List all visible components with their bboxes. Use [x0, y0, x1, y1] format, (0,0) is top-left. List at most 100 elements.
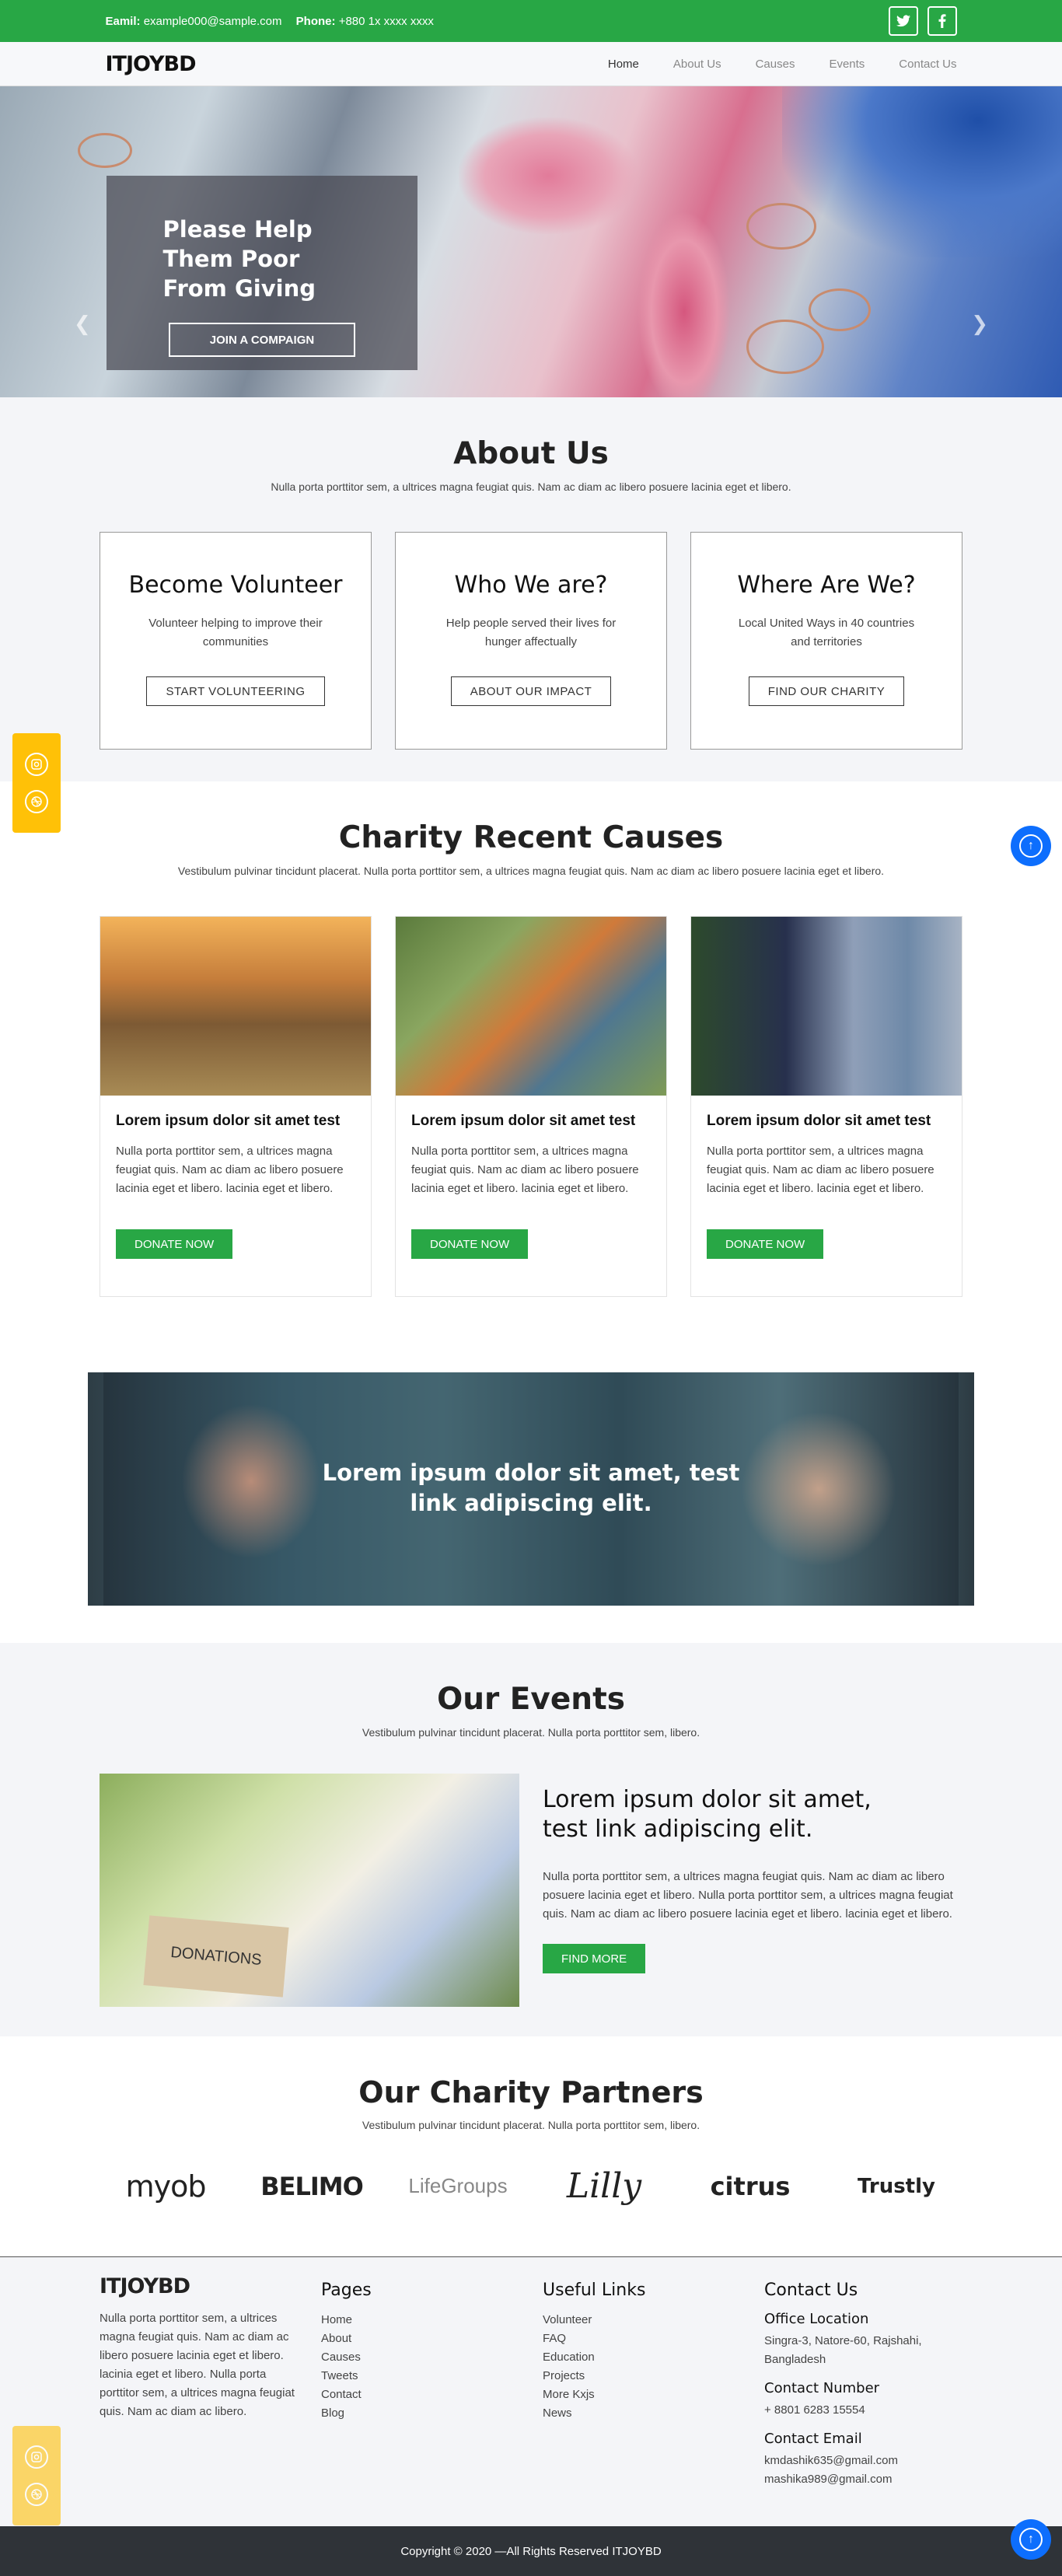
footer: ITJOYBD Nulla porta porttitor sem, a ult…: [0, 2257, 1062, 2526]
arrow-up-icon: ↑: [1019, 834, 1043, 858]
copyright-text: Copyright © 2020 —All Rights Reserved IT…: [400, 2544, 662, 2558]
banner-section: Lorem ipsum dolor sit amet, test link ad…: [0, 1341, 1062, 1643]
partner-logo-citrus[interactable]: citrus: [684, 2172, 816, 2201]
about-card-text: Local United Ways in 40 countries and te…: [738, 617, 915, 648]
cause-image: [100, 917, 371, 1096]
nav-item-contact-us[interactable]: Contact Us: [899, 58, 956, 71]
instagram-icon[interactable]: [25, 753, 48, 776]
find-more-button[interactable]: FIND MORE: [543, 1944, 646, 1973]
footer-link-faq[interactable]: FAQ: [543, 2330, 741, 2348]
cause-card-text: Nulla porta porttitor sem, a ultrices ma…: [411, 1145, 639, 1195]
cause-card: Lorem ipsum dolor sit amet test Nulla po…: [395, 916, 667, 1297]
nav-item-about-us[interactable]: About Us: [673, 58, 721, 71]
twitter-icon[interactable]: [888, 6, 918, 36]
partner-logo-lifegroups[interactable]: LifeGroups: [392, 2174, 524, 2198]
contact-number[interactable]: + 8801 6283 15554: [764, 2401, 962, 2420]
nav-item-home[interactable]: Home: [608, 58, 639, 71]
cause-card: Lorem ipsum dolor sit amet test Nulla po…: [100, 916, 372, 1297]
cause-card-text: Nulla porta porttitor sem, a ultrices ma…: [116, 1145, 344, 1195]
donate-now-button[interactable]: DONATE NOW: [411, 1229, 529, 1259]
hero-image-decor: [78, 133, 132, 168]
top-contact: Eamil: example000@sample.com Phone: +880…: [106, 15, 445, 28]
footer-useful-links: Useful Links Volunteer FAQ Education Pro…: [543, 2274, 741, 2489]
scroll-top-button[interactable]: ↑: [1011, 2519, 1051, 2560]
donate-now-button[interactable]: DONATE NOW: [116, 1229, 233, 1259]
email-value[interactable]: example000@sample.com: [144, 15, 282, 28]
email-label: Eamil:: [105, 14, 141, 28]
cause-card-title: Lorem ipsum dolor sit amet test: [707, 1113, 931, 1129]
copyright-bar: Copyright © 2020 —All Rights Reserved IT…: [0, 2526, 1062, 2576]
partner-logo-belimo[interactable]: BELIMO: [246, 2172, 378, 2201]
banner-image-decor: [741, 1411, 896, 1567]
event-image: DONATIONS: [100, 1774, 519, 2007]
footer-about: ITJOYBD Nulla porta porttitor sem, a ult…: [100, 2274, 298, 2489]
contact-email[interactable]: mashika989@gmail.com: [764, 2470, 962, 2489]
donate-now-button[interactable]: DONATE NOW: [707, 1229, 824, 1259]
partner-logo-myob[interactable]: myob: [100, 2169, 232, 2204]
about-card: Become Volunteer Volunteer helping to im…: [100, 532, 372, 750]
about-our-impact-button[interactable]: ABOUT OUR IMPACT: [450, 676, 612, 706]
partner-logo-trustly[interactable]: Trustly: [830, 2175, 962, 2198]
footer-link-volunteer[interactable]: Volunteer: [543, 2311, 741, 2330]
hero-image-decor: [782, 86, 1062, 257]
navbar: ITJOYBD Home About Us Causes Events Cont…: [0, 42, 1062, 86]
about-card: Who We are? Help people served their liv…: [395, 532, 667, 750]
find-our-charity-button[interactable]: FIND OUR CHARITY: [748, 676, 905, 706]
footer-link-about[interactable]: About: [321, 2330, 519, 2348]
footer-pages-title: Pages: [321, 2281, 372, 2300]
cause-card-title: Lorem ipsum dolor sit amet test: [411, 1113, 636, 1129]
partner-logo-lilly[interactable]: Lilly: [538, 2166, 670, 2206]
footer-link-home[interactable]: Home: [321, 2311, 519, 2330]
facebook-icon[interactable]: [927, 6, 957, 36]
top-bar: Eamil: example000@sample.com Phone: +880…: [0, 0, 1062, 42]
banner-text: Lorem ipsum dolor sit amet, test link ad…: [322, 1459, 740, 1516]
chevron-right-icon[interactable]: ❯: [971, 312, 988, 336]
dribbble-icon[interactable]: [25, 790, 48, 813]
events-section: Our Events Vestibulum pulvinar tincidunt…: [0, 1643, 1062, 2036]
footer-contact-title: Contact Us: [764, 2281, 858, 2300]
hero-image-decor: [459, 117, 638, 234]
nav-item-causes[interactable]: Causes: [756, 58, 795, 71]
cause-card-title: Lorem ipsum dolor sit amet test: [116, 1113, 341, 1129]
about-title: About Us: [453, 436, 609, 471]
cause-card-text: Nulla porta porttitor sem, a ultrices ma…: [707, 1145, 934, 1195]
scroll-top-button[interactable]: ↑: [1011, 826, 1051, 866]
office-location-title: Office Location: [764, 2311, 869, 2327]
event-text: Nulla porta porttitor sem, a ultrices ma…: [543, 1870, 953, 1921]
side-social-bar: [12, 2426, 61, 2525]
footer-logo[interactable]: ITJOYBD: [100, 2274, 298, 2298]
cause-image: [396, 917, 666, 1096]
events-title: Our Events: [437, 1682, 625, 1717]
causes-section: Charity Recent Causes Vestibulum pulvina…: [0, 781, 1062, 1341]
join-campaign-button[interactable]: JOIN A COMPAIGN: [169, 323, 355, 357]
footer-link-tweets[interactable]: Tweets: [321, 2367, 519, 2386]
footer-link-education[interactable]: Education: [543, 2348, 741, 2367]
event-heading: Lorem ipsum dolor sit amet, test link ad…: [543, 1786, 872, 1843]
footer-link-news[interactable]: News: [543, 2404, 741, 2423]
site-logo[interactable]: ITJOYBD: [106, 52, 197, 76]
instagram-icon[interactable]: [25, 2445, 48, 2469]
footer-link-blog[interactable]: Blog: [321, 2404, 519, 2423]
dribbble-icon[interactable]: [25, 2483, 48, 2506]
cause-image: [691, 917, 962, 1096]
contact-email[interactable]: kmdashik635@gmail.com: [764, 2452, 962, 2470]
footer-link-contact[interactable]: Contact: [321, 2386, 519, 2404]
phone-value[interactable]: +880 1x xxxx xxxx: [339, 15, 434, 28]
footer-link-causes[interactable]: Causes: [321, 2348, 519, 2367]
about-subtitle: Nulla porta porttitor sem, a ultrices ma…: [271, 481, 791, 493]
causes-title: Charity Recent Causes: [338, 820, 724, 855]
hero-caption: Please Help Them Poor From Giving JOIN A…: [107, 176, 417, 370]
footer-link-more[interactable]: More Kxjs: [543, 2386, 741, 2404]
partners-section: Our Charity Partners Vestibulum pulvinar…: [0, 2036, 1062, 2257]
contact-number-title: Contact Number: [764, 2380, 880, 2396]
footer-links-title: Useful Links: [543, 2281, 646, 2300]
hero-image-decor: [638, 211, 731, 397]
nav-item-events[interactable]: Events: [829, 58, 865, 71]
partners-subtitle: Vestibulum pulvinar tincidunt placerat. …: [362, 2119, 700, 2131]
start-volunteering-button[interactable]: START VOLUNTEERING: [146, 676, 325, 706]
footer-link-projects[interactable]: Projects: [543, 2367, 741, 2386]
causes-subtitle: Vestibulum pulvinar tincidunt placerat. …: [177, 865, 885, 877]
about-card-title: Who We are?: [454, 571, 608, 599]
chevron-left-icon[interactable]: ❮: [74, 312, 91, 336]
about-card-text: Help people served their lives for hunge…: [445, 617, 617, 648]
